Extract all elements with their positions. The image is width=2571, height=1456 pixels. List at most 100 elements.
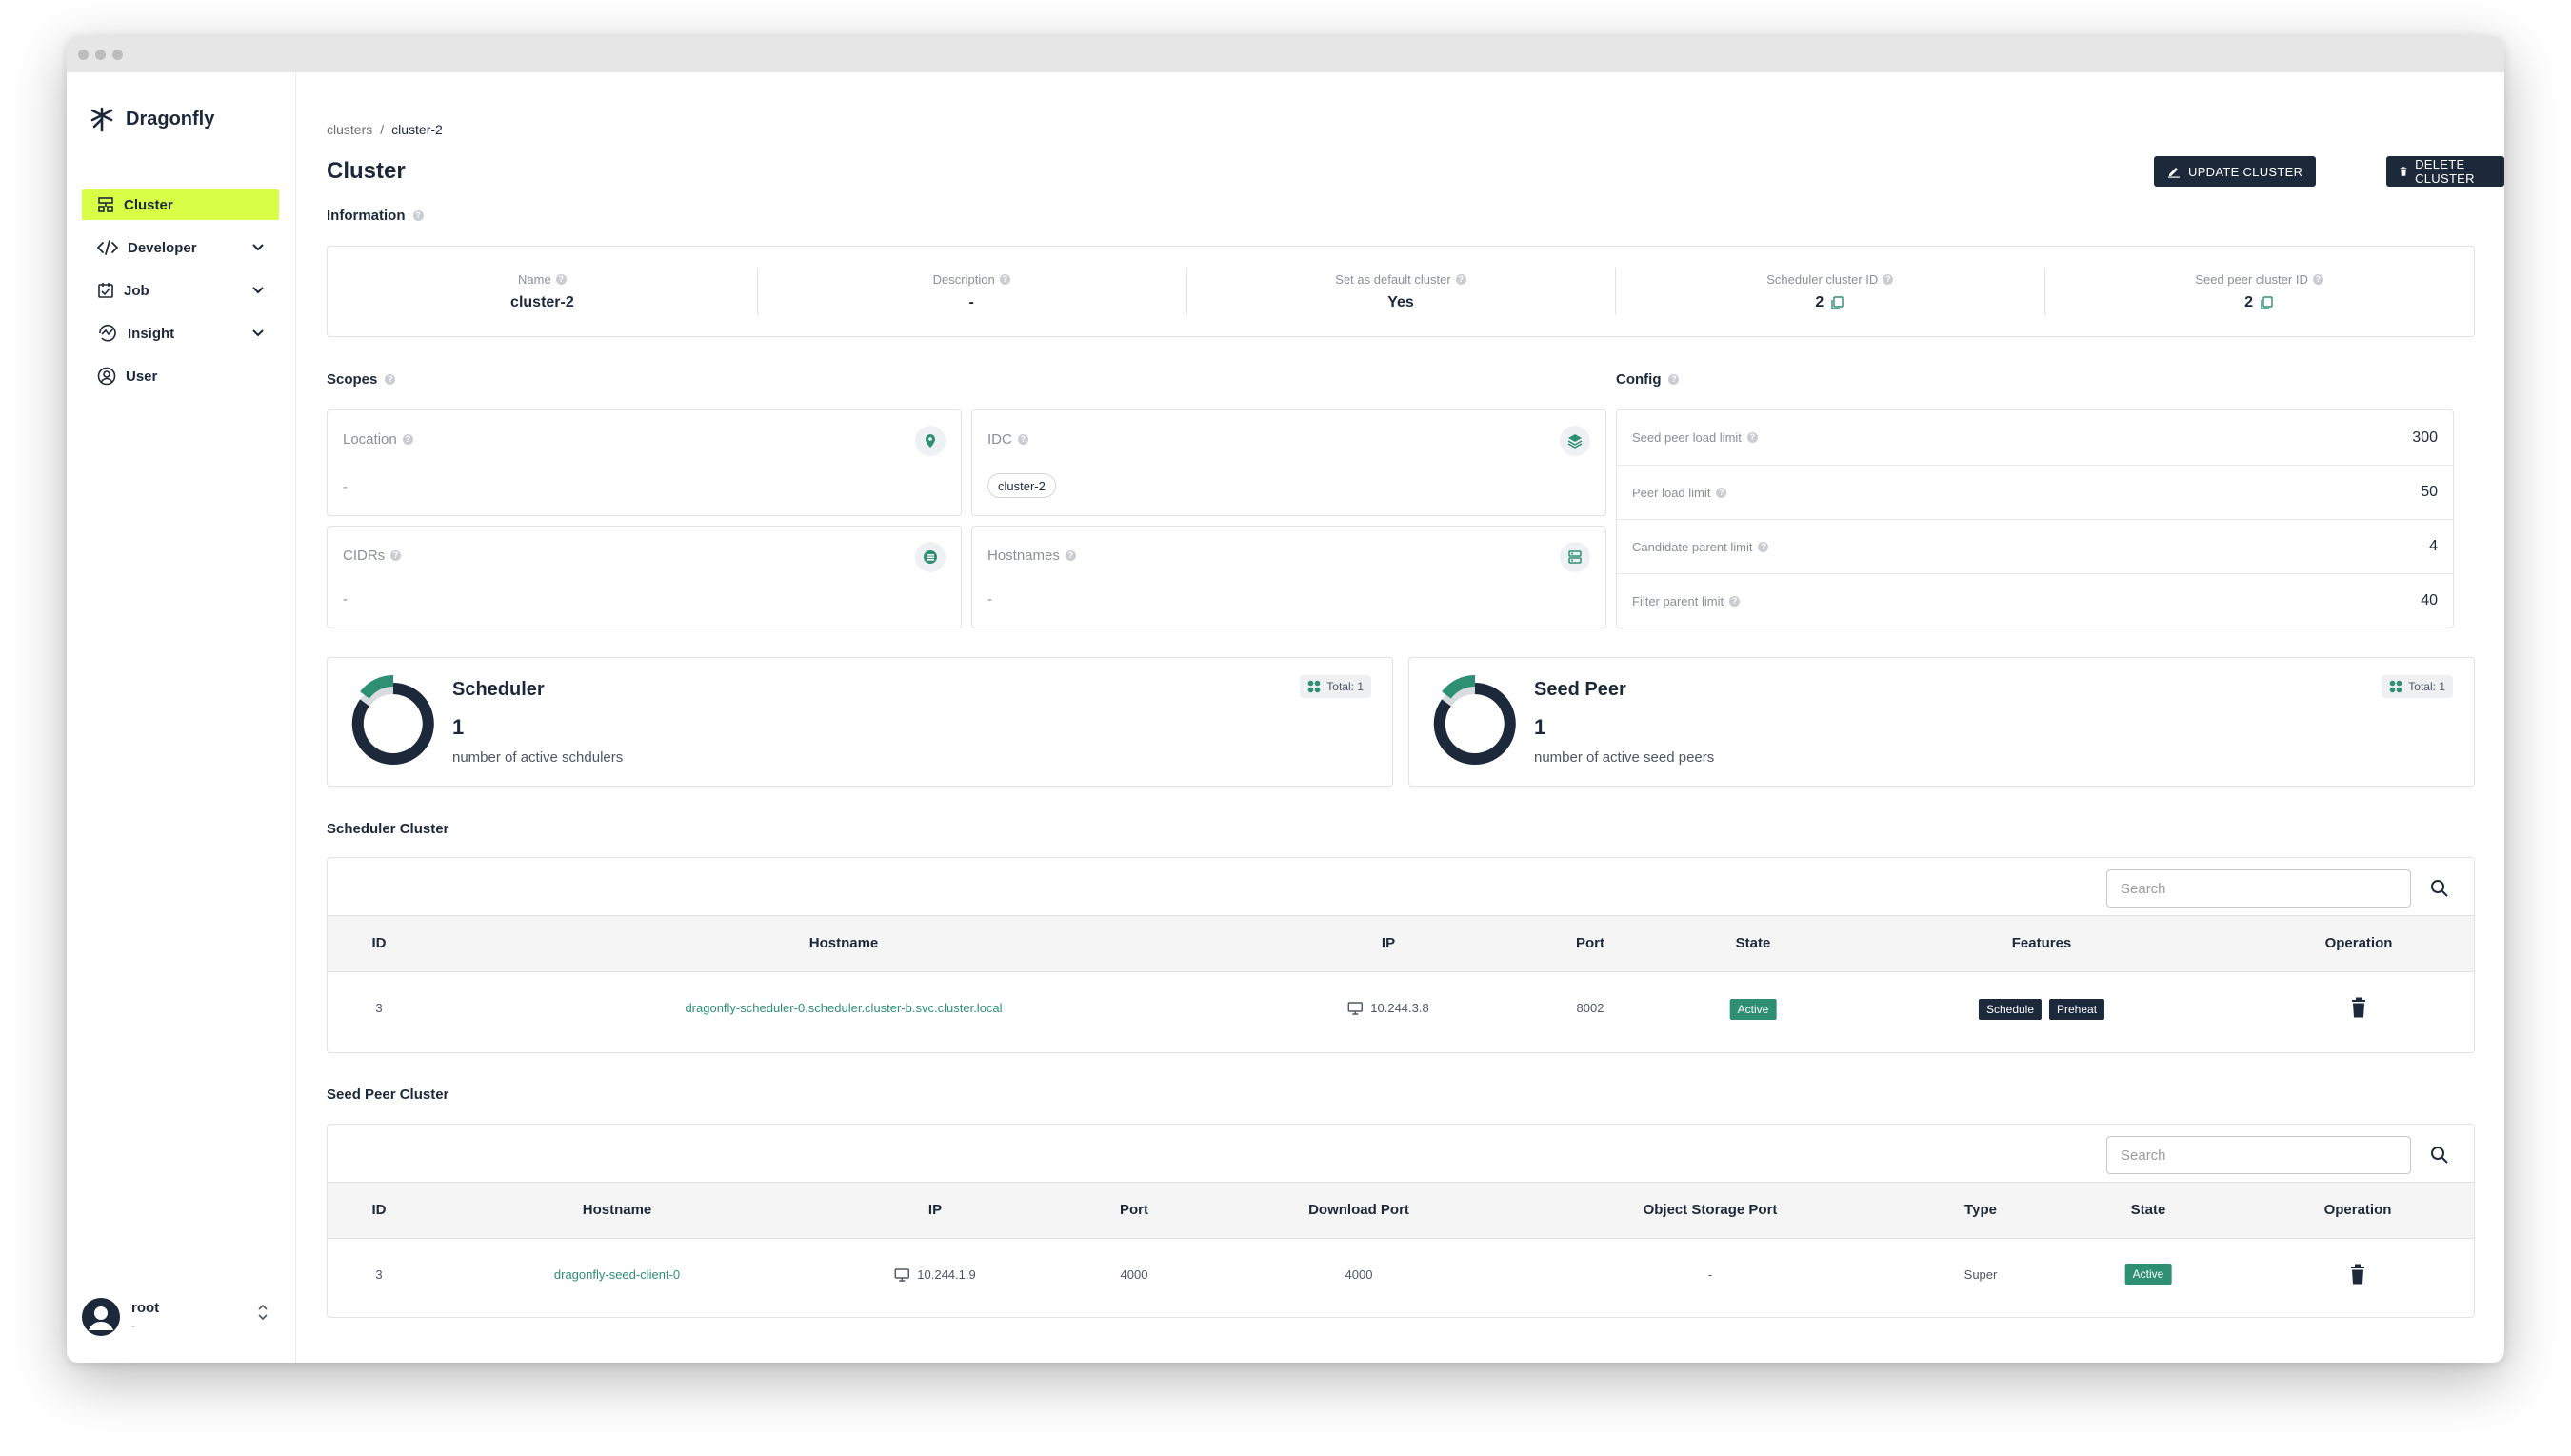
- sidebar-item-cluster[interactable]: Cluster: [82, 189, 279, 220]
- scheduler-cluster-heading: Scheduler Cluster: [327, 821, 449, 837]
- scope-cidrs-card: CIDRs? -: [327, 526, 962, 628]
- delete-cluster-button[interactable]: DELETE CLUSTER: [2386, 156, 2504, 187]
- column-header[interactable]: Download Port: [1308, 1202, 1409, 1218]
- help-icon[interactable]: ?: [412, 210, 424, 221]
- column-header[interactable]: State: [2131, 1202, 2166, 1218]
- sidebar-item-label: Cluster: [124, 196, 173, 213]
- delete-icon[interactable]: [2351, 997, 2366, 1018]
- column-header[interactable]: State: [1736, 935, 1771, 951]
- scheduler-stat-title: Scheduler: [452, 679, 545, 700]
- information-label: Information: [327, 208, 406, 224]
- help-icon[interactable]: ?: [1065, 550, 1076, 561]
- chevron-down-icon[interactable]: [250, 282, 266, 297]
- column-header[interactable]: Port: [1120, 1202, 1148, 1218]
- delete-icon[interactable]: [2350, 1264, 2365, 1285]
- seed-peer-search-input[interactable]: Search: [2106, 1136, 2411, 1174]
- user-name: root: [131, 1300, 160, 1316]
- row-ip-text: 10.244.1.9: [917, 1267, 976, 1282]
- info-label: Name?: [518, 272, 567, 287]
- info-scheduler-cluster-id: Scheduler cluster ID? 2: [1615, 247, 2044, 336]
- column-header[interactable]: IP: [1382, 935, 1395, 951]
- table-header: ID Hostname IP Port Download Port Object…: [328, 1182, 2474, 1239]
- help-icon[interactable]: ?: [1746, 432, 1758, 443]
- column-header[interactable]: Operation: [2325, 935, 2393, 951]
- row-hostname-link[interactable]: dragonfly-seed-client-0: [554, 1267, 680, 1282]
- sidebar-item-user[interactable]: User: [82, 361, 279, 391]
- scope-idc-card: IDC? cluster-2: [971, 409, 1606, 516]
- copy-icon[interactable]: [2259, 295, 2274, 310]
- page-title: Cluster: [327, 158, 406, 184]
- help-icon[interactable]: ?: [1883, 273, 1894, 285]
- scheduler-total-text: Total: 1: [1326, 680, 1364, 693]
- info-seed-peer-cluster-id: Seed peer cluster ID? 2: [2044, 247, 2474, 336]
- column-header[interactable]: Operation: [2324, 1202, 2392, 1218]
- window-minimize-dot[interactable]: [95, 50, 106, 60]
- column-header[interactable]: ID: [372, 1202, 387, 1218]
- help-icon[interactable]: ?: [999, 273, 1010, 285]
- row-hostname-link[interactable]: dragonfly-scheduler-0.scheduler.cluster-…: [685, 1001, 1002, 1015]
- help-icon[interactable]: ?: [1758, 541, 1769, 552]
- copy-icon[interactable]: [1829, 295, 1844, 310]
- column-header[interactable]: Port: [1576, 935, 1604, 951]
- config-row: Peer load limit? 50: [1617, 465, 2453, 519]
- sidebar-item-insight[interactable]: Insight: [82, 318, 279, 349]
- help-icon[interactable]: ?: [385, 374, 396, 385]
- config-card: Seed peer load limit? 300 Peer load limi…: [1616, 409, 2454, 628]
- brand[interactable]: Dragonfly: [88, 105, 214, 133]
- help-icon[interactable]: ?: [1455, 273, 1466, 285]
- window-maximize-dot[interactable]: [112, 50, 123, 60]
- config-value: 4: [2429, 538, 2438, 554]
- column-header[interactable]: Features: [2012, 935, 2072, 951]
- window-close-dot[interactable]: [78, 50, 89, 60]
- scope-hostnames-card: Hostnames? -: [971, 526, 1606, 628]
- unfold-icon[interactable]: [256, 1302, 269, 1323]
- grid-icon: [1307, 680, 1321, 693]
- column-header[interactable]: IP: [928, 1202, 942, 1218]
- scheduler-total-badge: Total: 1: [1300, 675, 1371, 698]
- update-cluster-button[interactable]: UPDATE CLUSTER: [2154, 156, 2317, 187]
- search-icon[interactable]: [2430, 1146, 2449, 1165]
- monitor-icon: [1347, 1001, 1363, 1015]
- sidebar-item-label: Developer: [128, 239, 197, 256]
- sidebar-item-job[interactable]: Job: [82, 275, 279, 306]
- breadcrumb-parent[interactable]: clusters: [327, 122, 372, 137]
- row-download-port: 4000: [1345, 1267, 1373, 1282]
- column-header[interactable]: Hostname: [583, 1202, 652, 1218]
- column-header[interactable]: Hostname: [809, 935, 879, 951]
- help-icon[interactable]: ?: [402, 434, 413, 445]
- monitor-icon: [894, 1267, 909, 1282]
- chevron-down-icon[interactable]: [250, 325, 266, 340]
- search-icon[interactable]: [2430, 879, 2449, 898]
- help-icon[interactable]: ?: [1017, 434, 1028, 445]
- row-ip: 10.244.3.8: [1347, 1001, 1429, 1015]
- sidebar-item-developer[interactable]: Developer: [82, 232, 279, 263]
- scope-title: Location?: [343, 431, 413, 448]
- column-header[interactable]: ID: [372, 935, 387, 951]
- column-header[interactable]: Type: [1964, 1202, 1997, 1218]
- seed-peer-total-badge: Total: 1: [2382, 675, 2453, 698]
- info-name: Name? cluster-2: [328, 247, 757, 336]
- help-icon[interactable]: ?: [390, 550, 402, 561]
- scope-title: CIDRs?: [343, 548, 402, 564]
- info-value-wrap: 2: [2244, 294, 2274, 311]
- main-content: clusters / cluster-2 Cluster UPDATE CLUS…: [297, 72, 2504, 1363]
- row-features: Schedule Preheat: [1978, 999, 2105, 1020]
- window-titlebar: [67, 36, 2504, 72]
- user-menu[interactable]: root -: [82, 1294, 279, 1342]
- chevron-down-icon[interactable]: [250, 239, 266, 254]
- help-icon[interactable]: ?: [1668, 374, 1680, 385]
- scheduler-search-input[interactable]: Search: [2106, 869, 2411, 908]
- config-row-label: Peer load limit?: [1632, 486, 1727, 500]
- info-value: 2: [1815, 293, 1824, 310]
- help-icon[interactable]: ?: [2312, 273, 2323, 285]
- help-icon[interactable]: ?: [555, 273, 567, 285]
- column-header[interactable]: Object Storage Port: [1644, 1202, 1778, 1218]
- sidebar-item-label: User: [126, 368, 158, 385]
- help-icon[interactable]: ?: [1716, 487, 1727, 498]
- seed-peer-cluster-heading: Seed Peer Cluster: [327, 1087, 449, 1103]
- idc-chip[interactable]: cluster-2: [987, 473, 1056, 498]
- grid-icon: [2389, 680, 2402, 693]
- scope-title: Hostnames?: [987, 548, 1076, 564]
- info-label: Seed peer cluster ID?: [2195, 272, 2323, 287]
- help-icon[interactable]: ?: [1729, 595, 1741, 607]
